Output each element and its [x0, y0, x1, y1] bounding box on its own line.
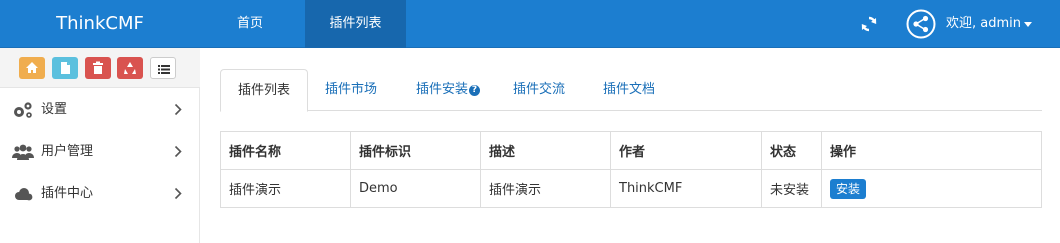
sidebar-item-settings[interactable]: 设置 [0, 89, 200, 130]
column-header-name: 插件名称 [220, 131, 351, 170]
chevron-right-icon [174, 103, 182, 116]
list-icon [158, 65, 170, 74]
file-icon [61, 62, 70, 74]
tab-plugin-docs[interactable]: 插件文档 [599, 69, 659, 111]
column-header-author: 作者 [610, 131, 762, 170]
home-icon [26, 62, 38, 73]
top-navbar: ThinkCMF 首页 插件列表 欢迎, admin [0, 0, 1060, 48]
plugin-name-cell: 插件演示 [220, 169, 351, 208]
table-header-row: 插件名称 插件标识 描述 作者 状态 操作 [220, 131, 1042, 170]
plugin-author-cell: ThinkCMF [610, 169, 762, 208]
tab-plugin-market[interactable]: 插件市场 [316, 69, 386, 111]
chevron-down-icon[interactable] [1024, 22, 1032, 27]
plugin-identifier-cell: Demo [350, 169, 481, 208]
list-shortcut-button[interactable] [150, 57, 176, 79]
trash-icon [93, 61, 103, 74]
column-header-identifier: 插件标识 [350, 131, 481, 170]
home-shortcut-button[interactable] [19, 57, 45, 79]
cloud-icon [15, 188, 33, 201]
column-header-actions: 操作 [821, 131, 1042, 170]
tab-plugin-list[interactable]: 插件列表 [220, 69, 308, 112]
sidebar: 设置 用户管理 插件中心 [0, 48, 200, 243]
chevron-right-icon [174, 145, 182, 158]
user-avatar-icon[interactable] [906, 9, 936, 39]
nav-home[interactable]: 首页 [215, 0, 285, 48]
refresh-icon[interactable] [858, 13, 880, 35]
column-header-description: 描述 [480, 131, 611, 170]
users-icon [12, 144, 34, 160]
sidebar-item-label: 用户管理 [41, 144, 94, 159]
column-header-status: 状态 [761, 131, 822, 170]
trash-shortcut-button[interactable] [85, 57, 111, 79]
tab-plugin-install[interactable]: 插件安装? [406, 69, 490, 111]
table-row: 插件演示 Demo 插件演示 ThinkCMF 未安装 安装 [220, 169, 1042, 208]
question-circle-icon[interactable]: ? [469, 85, 480, 96]
plugin-actions-cell: 安装 [821, 169, 1042, 208]
sidebar-item-user-management[interactable]: 用户管理 [0, 131, 200, 172]
user-menu[interactable]: 欢迎, admin [946, 0, 1021, 48]
plugin-tabs: 插件列表 插件市场 插件安装? 插件交流 插件文档 [220, 69, 1042, 112]
plugin-table: 插件名称 插件标识 描述 作者 状态 操作 插件演示 Demo 插件演示 Thi… [220, 131, 1042, 208]
sidebar-item-label: 设置 [41, 102, 68, 117]
gears-icon [14, 102, 32, 118]
sidebar-item-label: 插件中心 [41, 186, 94, 201]
brand-logo[interactable]: ThinkCMF [0, 0, 200, 48]
recycle-shortcut-button[interactable] [117, 57, 143, 79]
tab-label: 插件安装 [415, 82, 468, 97]
file-shortcut-button[interactable] [52, 57, 78, 79]
install-button[interactable]: 安装 [830, 178, 867, 199]
plugin-description-cell: 插件演示 [480, 169, 611, 208]
recycle-icon [124, 62, 136, 74]
tab-plugin-exchange[interactable]: 插件交流 [509, 69, 569, 111]
shortcut-bar [0, 48, 200, 88]
chevron-right-icon [174, 187, 182, 200]
nav-plugin-list[interactable]: 插件列表 [305, 0, 406, 48]
plugin-status-cell: 未安装 [761, 169, 822, 208]
sidebar-item-plugin-center[interactable]: 插件中心 [0, 173, 200, 214]
